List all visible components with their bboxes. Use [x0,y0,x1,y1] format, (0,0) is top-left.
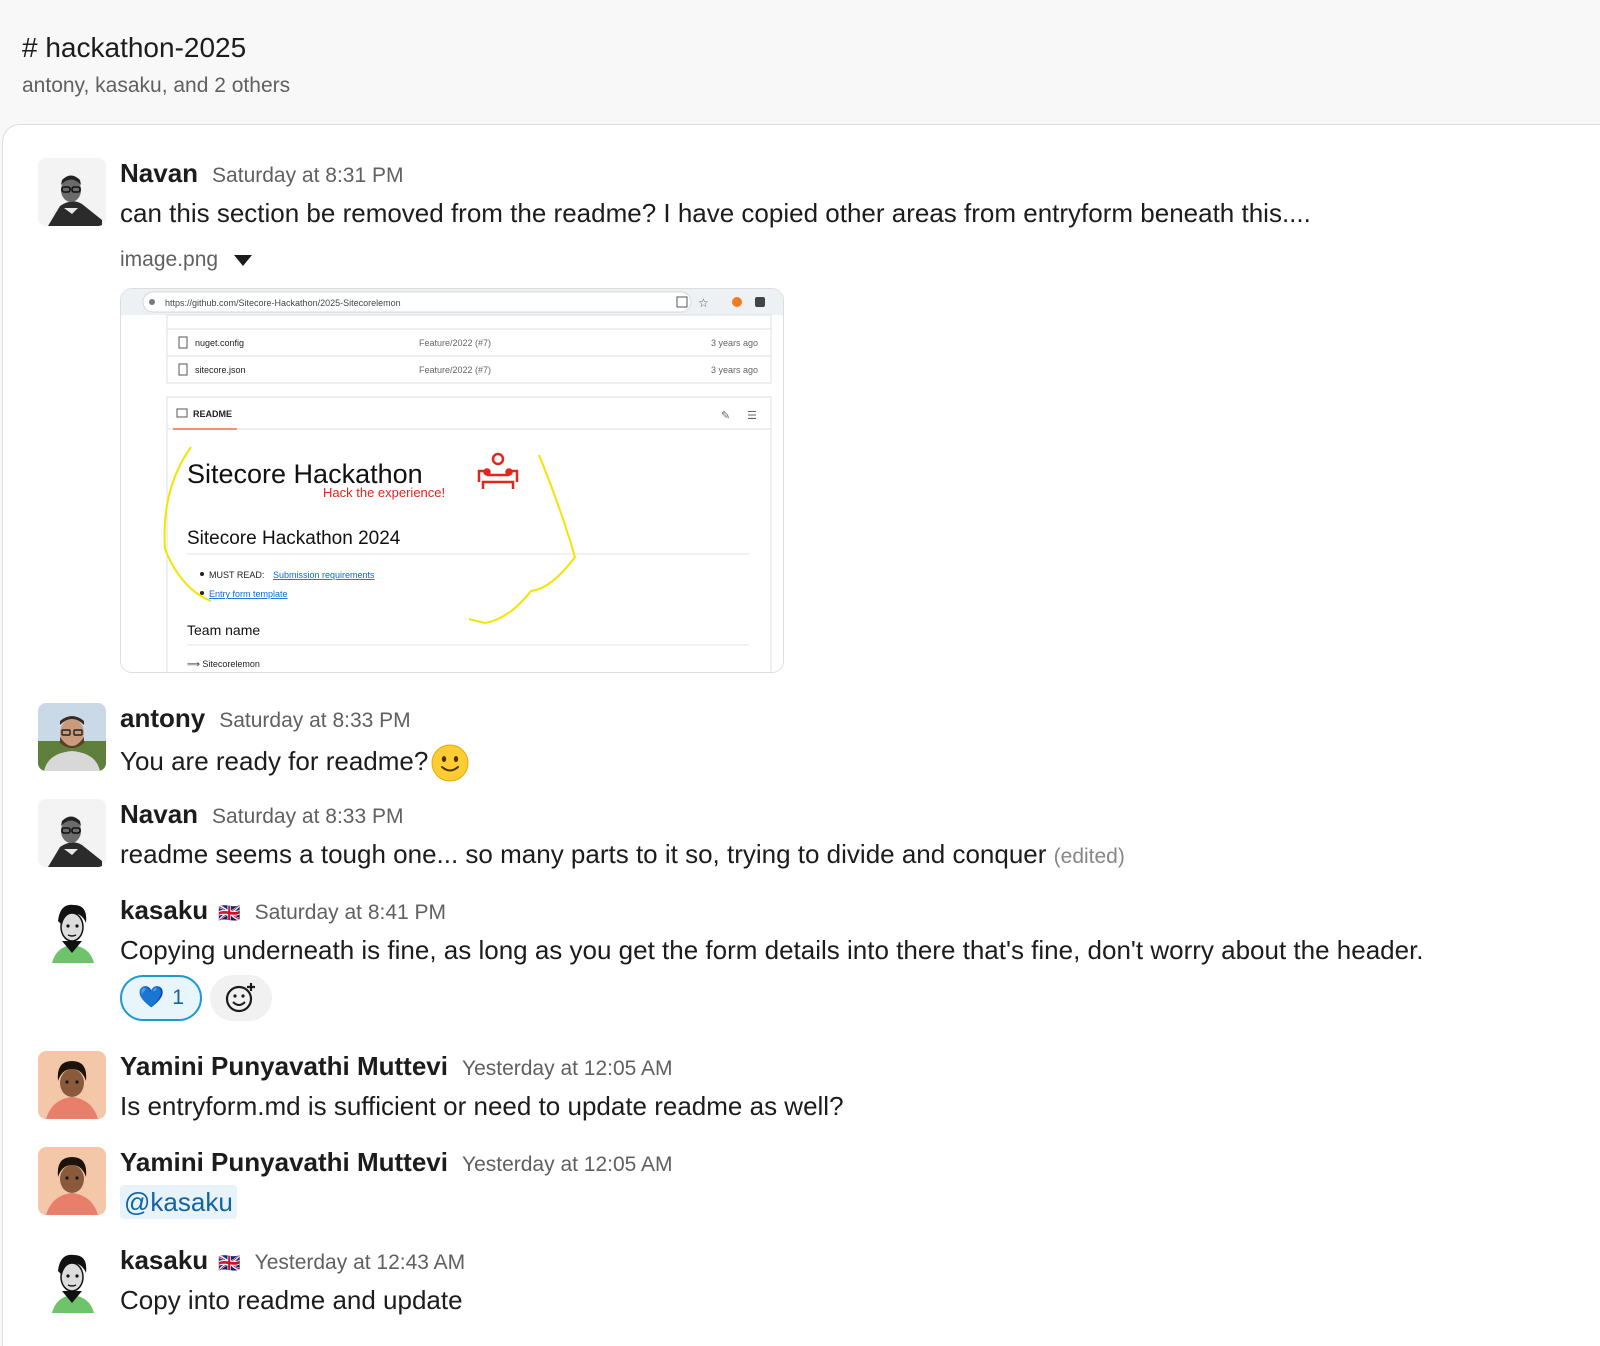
add-emoji-icon [225,983,255,1013]
reaction-count: 1 [172,986,184,1009]
message-timestamp[interactable]: Yesterday at 12:43 AM [255,1251,466,1275]
attachment-filename: image.png [120,248,219,271]
file-age: 3 years ago [711,338,758,348]
message-author[interactable]: antony [120,703,205,734]
message-text: readme seems a tough one... so many part… [120,839,1047,869]
avatar-yamini[interactable] [38,1051,106,1119]
message-timestamp[interactable]: Saturday at 8:41 PM [255,901,446,925]
message-timestamp[interactable]: Saturday at 8:31 PM [212,164,403,188]
channel-title[interactable]: # hackathon-2025 [22,32,246,64]
uk-flag-icon: 🇬🇧 [218,1253,241,1273]
avatar-navan-image [38,158,106,226]
message-text-row: @kasaku [120,1185,237,1219]
message-text-row: readme seems a tough one... so many part… [120,839,1125,870]
avatar-kasaku[interactable] [38,1245,106,1313]
message-author[interactable]: Navan [120,799,198,830]
file-age: 3 years ago [711,365,758,375]
message-text: Copying underneath is fine, as long as y… [120,935,1424,965]
avatar-kasaku[interactable] [38,895,106,963]
reactions-bar: 💙 1 [120,975,272,1021]
message-timestamp[interactable]: Yesterday at 12:05 AM [462,1153,673,1177]
message-text: Copy into readme and update [120,1285,463,1315]
profile-icon [755,297,765,307]
slightly-smiling-face-icon [431,744,469,782]
image-attachment[interactable]: https://github.com/Sitecore-Hackathon/20… [120,288,784,673]
readme-tab: README [193,409,232,419]
add-reaction-button[interactable] [210,975,272,1021]
message-author[interactable]: kasaku [120,895,208,926]
message-text: can this section be removed from the rea… [120,198,1311,228]
readme-heading: Sitecore Hackathon 2024 [187,528,401,549]
caret-down-icon[interactable] [234,254,253,266]
edited-label: (edited) [1053,845,1125,868]
file-commit: Feature/2022 (#7) [419,338,491,348]
message-text-row: You are ready for readme? [120,743,470,783]
channel-members[interactable]: antony, kasaku, and 2 others [22,74,290,98]
avatar-yamini-image [38,1051,106,1119]
list-icon: ☰ [747,410,757,422]
readme-logo-tagline: Hack the experience! [323,485,445,500]
attachment-toggle[interactable]: image.png [120,248,253,272]
extension-icon [732,297,742,307]
star-icon: ☆ [698,296,709,310]
browser-url: https://github.com/Sitecore-Hackathon/20… [165,298,401,308]
entry-form-link: Entry form template [209,589,288,599]
message-text: You are ready for readme? [120,745,429,776]
message-timestamp[interactable]: Saturday at 8:33 PM [219,709,410,733]
message-timestamp[interactable]: Yesterday at 12:05 AM [462,1057,673,1081]
message-author[interactable]: Navan [120,158,198,189]
submission-requirements-link: Submission requirements [273,570,375,580]
channel-header: # hackathon-2025 antony, kasaku, and 2 o… [0,0,1600,128]
site-info-icon [149,299,155,305]
message-text: Is entryform.md is sufficient or need to… [120,1091,844,1121]
message-author[interactable]: Yamini Punyavathi Muttevi [120,1147,448,1178]
avatar-navan[interactable] [38,799,106,867]
readme-team-value: ⟹ Sitecorelemon [187,659,260,669]
readme-team-heading: Team name [187,622,260,638]
avatar-kasaku-image [38,1245,106,1313]
message-author[interactable]: Yamini Punyavathi Muttevi [120,1051,448,1082]
message-author[interactable]: kasaku [120,1245,208,1276]
file-name: nuget.config [195,338,244,348]
avatar-navan-image [38,799,106,867]
file-commit: Feature/2022 (#7) [419,365,491,375]
pencil-icon: ✎ [721,410,730,422]
file-name: sitecore.json [195,365,246,375]
uk-flag-icon: 🇬🇧 [218,903,241,923]
message-timestamp[interactable]: Saturday at 8:33 PM [212,805,403,829]
avatar-yamini[interactable] [38,1147,106,1215]
avatar-yamini-image [38,1147,106,1215]
avatar-navan[interactable] [38,158,106,226]
avatar-antony[interactable] [38,703,106,771]
reaction-blue-heart[interactable]: 💙 1 [120,975,202,1021]
readme-must-read: MUST READ: [209,570,264,580]
attachment-screenshot: https://github.com/Sitecore-Hackathon/20… [121,289,783,672]
user-mention[interactable]: @kasaku [120,1185,237,1219]
avatar-kasaku-image [38,895,106,963]
avatar-antony-image [38,703,106,771]
blue-heart-icon: 💙 [138,986,165,1009]
